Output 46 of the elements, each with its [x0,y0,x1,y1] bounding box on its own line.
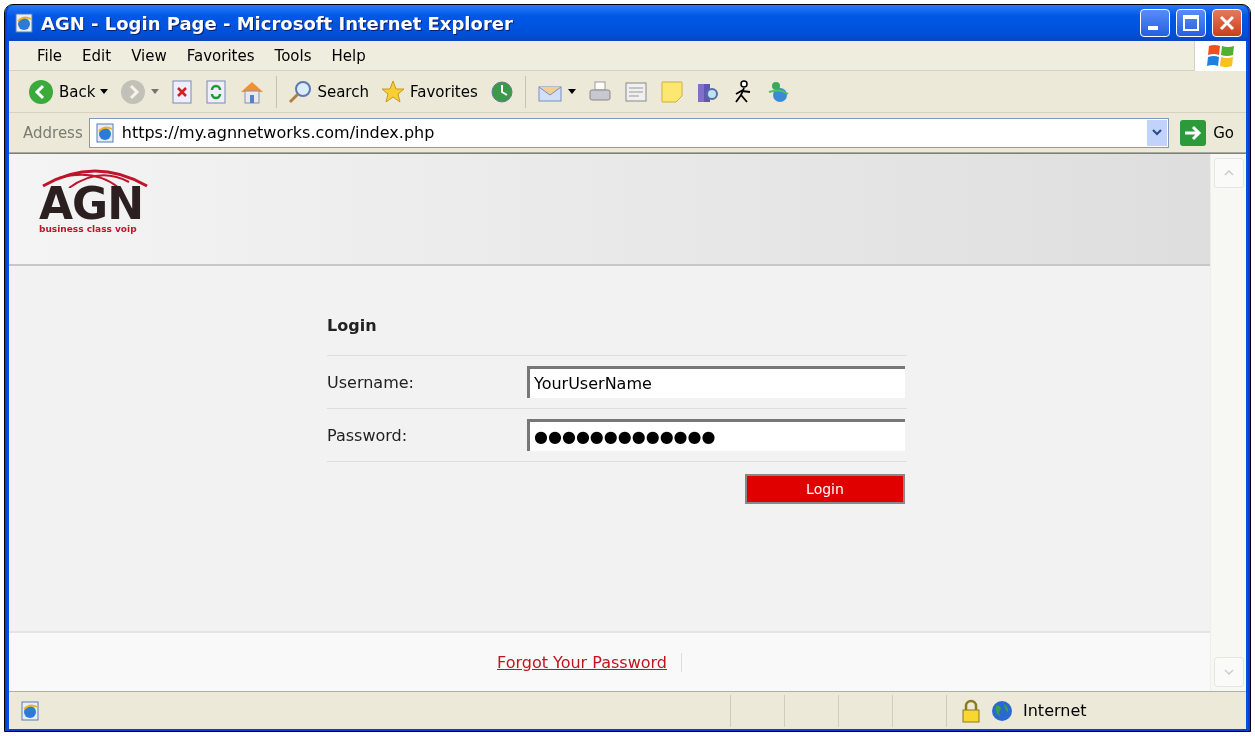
menu-item[interactable]: View [121,46,177,65]
input-field[interactable]: ●●●●●●●●●●●●● [527,419,905,451]
field-label: Username: [327,372,415,392]
address-field[interactable]: https://my.agnnetworks.com/index.php [88,117,1170,148]
scrollbar[interactable] [1210,154,1246,691]
go-button[interactable]: Go [1175,118,1238,147]
minimize-button[interactable] [1140,9,1170,37]
history-icon [489,79,514,104]
address-label: Address [23,123,83,142]
refresh-icon [205,79,228,104]
window-title: AGN - Login Page - Microsoft Internet Explorer [41,12,514,34]
logo: AGN business class voip [39,164,151,234]
star-icon [380,79,405,104]
chevron-down-icon [1152,129,1163,136]
close-icon [1219,15,1235,31]
maximize-button[interactable] [1176,9,1206,37]
dropdown-button[interactable] [1147,119,1168,146]
menu-item[interactable]: Favorites [176,46,265,65]
menu-item[interactable]: File [27,46,73,65]
printer-icon [587,79,612,104]
toolbar-button[interactable]: Search [285,77,372,106]
page-status-icon [19,699,41,722]
menu-item[interactable]: Help [321,46,376,65]
minimize-icon [1148,26,1158,30]
page-icon [93,121,116,144]
browser-icon [13,12,35,34]
menu-item[interactable]: Edit [72,46,122,65]
menu-item[interactable]: Tools [264,46,322,65]
zone-label: Internet [1023,701,1087,720]
windows-flag-icon [1205,42,1236,69]
globe-icon [991,699,1013,722]
input-field[interactable]: YourUserName [527,366,905,398]
edit-page-icon [623,79,648,104]
toolbar-button[interactable]: Favorites [377,77,481,106]
field-label: Password: [327,425,409,445]
maximize-icon [1183,15,1199,31]
chevron-down-icon [1223,669,1234,675]
chevron-up-icon [1223,170,1234,176]
form-title: Login [327,316,378,335]
note-icon [659,79,684,104]
close-button[interactable] [1212,9,1242,37]
login-button[interactable]: Login [745,474,905,504]
forgot-password-link[interactable]: Forgot Your Password [497,652,682,672]
toolbar-button[interactable]: Back [25,76,112,107]
search-icon [288,79,313,104]
stop-icon [171,79,194,104]
